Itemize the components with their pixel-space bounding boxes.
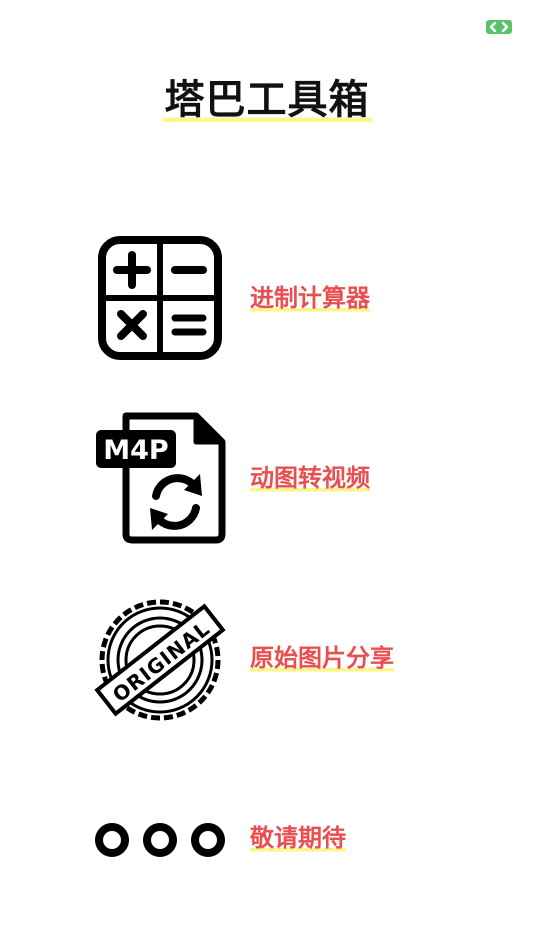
page-title: 塔巴工具箱 <box>162 74 372 126</box>
tool-home-page: 塔巴工具箱 进制计算器 M4P 动图转视频 ORIGINAL 原始图片分享 敬请… <box>0 0 534 950</box>
tool-label-coming-soon: 敬请期待 <box>250 822 346 854</box>
expand-icon[interactable] <box>486 20 512 34</box>
original-stamp-icon: ORIGINAL <box>94 599 226 721</box>
calculator-icon <box>98 236 222 360</box>
m4p-label: M4P <box>103 435 168 466</box>
tool-item-gif-to-video[interactable]: M4P 动图转视频 <box>92 410 452 550</box>
m4p-convert-icon: M4P <box>96 412 226 544</box>
tool-label-base-calculator: 进制计算器 <box>250 282 370 314</box>
title-container: 塔巴工具箱 <box>0 74 534 126</box>
tool-item-original-image-share[interactable]: ORIGINAL 原始图片分享 <box>92 590 452 730</box>
tool-item-base-calculator[interactable]: 进制计算器 <box>92 230 452 370</box>
tool-item-coming-soon[interactable]: 敬请期待 <box>92 810 452 870</box>
more-dots-icon <box>95 823 225 857</box>
tool-label-original-image-share: 原始图片分享 <box>250 642 394 674</box>
tool-label-gif-to-video: 动图转视频 <box>250 462 370 494</box>
